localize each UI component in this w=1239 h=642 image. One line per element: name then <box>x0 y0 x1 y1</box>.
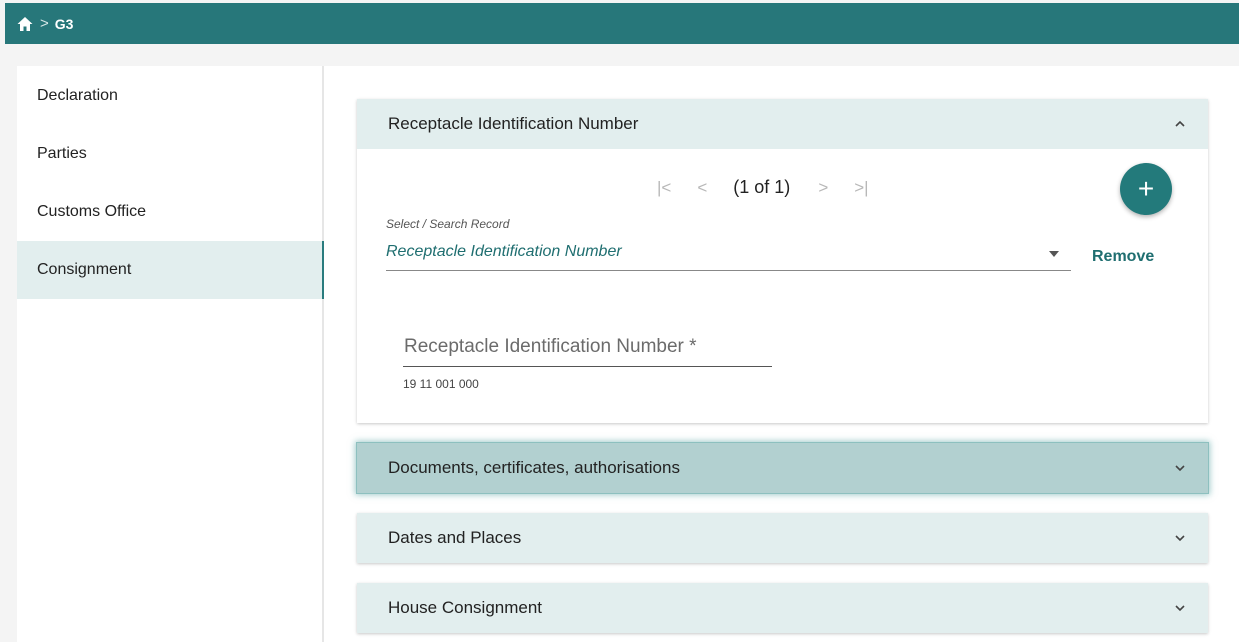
add-record-button[interactable]: + <box>1120 163 1172 215</box>
panel-title: Dates and Places <box>388 528 522 547</box>
prev-page-icon[interactable]: < <box>697 178 707 198</box>
record-pager: |< < (1 of 1) > >| <box>657 177 895 198</box>
home-icon[interactable] <box>17 16 33 32</box>
chevron-down-icon[interactable] <box>1174 602 1186 614</box>
receptacle-id-input[interactable]: Receptacle Identification Number * <box>403 327 772 367</box>
dates-panel[interactable]: Dates and Places <box>357 513 1208 563</box>
page-count: (1 of 1) <box>733 177 791 197</box>
select-record-dropdown[interactable]: Receptacle Identification Number <box>386 237 1071 271</box>
next-page-icon[interactable]: > <box>818 178 828 198</box>
sidebar: Declaration Parties Customs Office Consi… <box>17 66 324 642</box>
last-page-icon[interactable]: >| <box>854 178 868 198</box>
chevron-down-icon[interactable] <box>1174 532 1186 544</box>
receptacle-panel-header[interactable]: Receptacle Identification Number <box>357 99 1208 149</box>
panel-title: House Consignment <box>388 598 543 617</box>
remove-button[interactable]: Remove <box>1092 248 1154 266</box>
receptacle-id-placeholder: Receptacle Identification Number * <box>404 336 697 357</box>
first-page-icon[interactable]: |< <box>657 178 671 198</box>
top-bar: > G3 <box>5 3 1239 44</box>
receptacle-panel: Receptacle Identification Number |< < (1… <box>357 99 1208 423</box>
sidebar-item-consignment[interactable]: Consignment <box>17 241 324 299</box>
dates-panel-header[interactable]: Dates and Places <box>357 513 1208 563</box>
dropdown-arrow-icon <box>1049 251 1059 257</box>
select-record-value: Receptacle Identification Number <box>386 243 622 260</box>
sidebar-item-label: Declaration <box>37 87 118 104</box>
sidebar-item-label: Parties <box>37 145 87 162</box>
documents-panel-header[interactable]: Documents, certificates, authorisations <box>357 443 1208 493</box>
chevron-down-icon[interactable] <box>1174 462 1186 474</box>
receptacle-id-hint: 19 11 001 000 <box>403 377 479 391</box>
documents-panel[interactable]: Documents, certificates, authorisations <box>357 443 1208 493</box>
sidebar-item-label: Customs Office <box>37 203 147 220</box>
chevron-up-icon[interactable] <box>1174 118 1186 130</box>
house-consignment-panel[interactable]: House Consignment <box>357 583 1208 633</box>
select-record-label: Select / Search Record <box>386 217 510 231</box>
plus-icon: + <box>1137 173 1155 204</box>
breadcrumb-separator-icon: > <box>40 15 49 32</box>
sidebar-item-parties[interactable]: Parties <box>17 125 322 183</box>
panel-title: Receptacle Identification Number <box>388 114 639 133</box>
sidebar-item-declaration[interactable]: Declaration <box>17 67 322 125</box>
panel-title: Documents, certificates, authorisations <box>388 458 680 477</box>
receptacle-panel-body: |< < (1 of 1) > >| + Select / Search Rec… <box>357 149 1208 423</box>
sidebar-item-customs-office[interactable]: Customs Office <box>17 183 322 241</box>
house-consignment-panel-header[interactable]: House Consignment <box>357 583 1208 633</box>
breadcrumb-current: G3 <box>54 15 74 32</box>
sidebar-item-label: Consignment <box>37 261 132 278</box>
